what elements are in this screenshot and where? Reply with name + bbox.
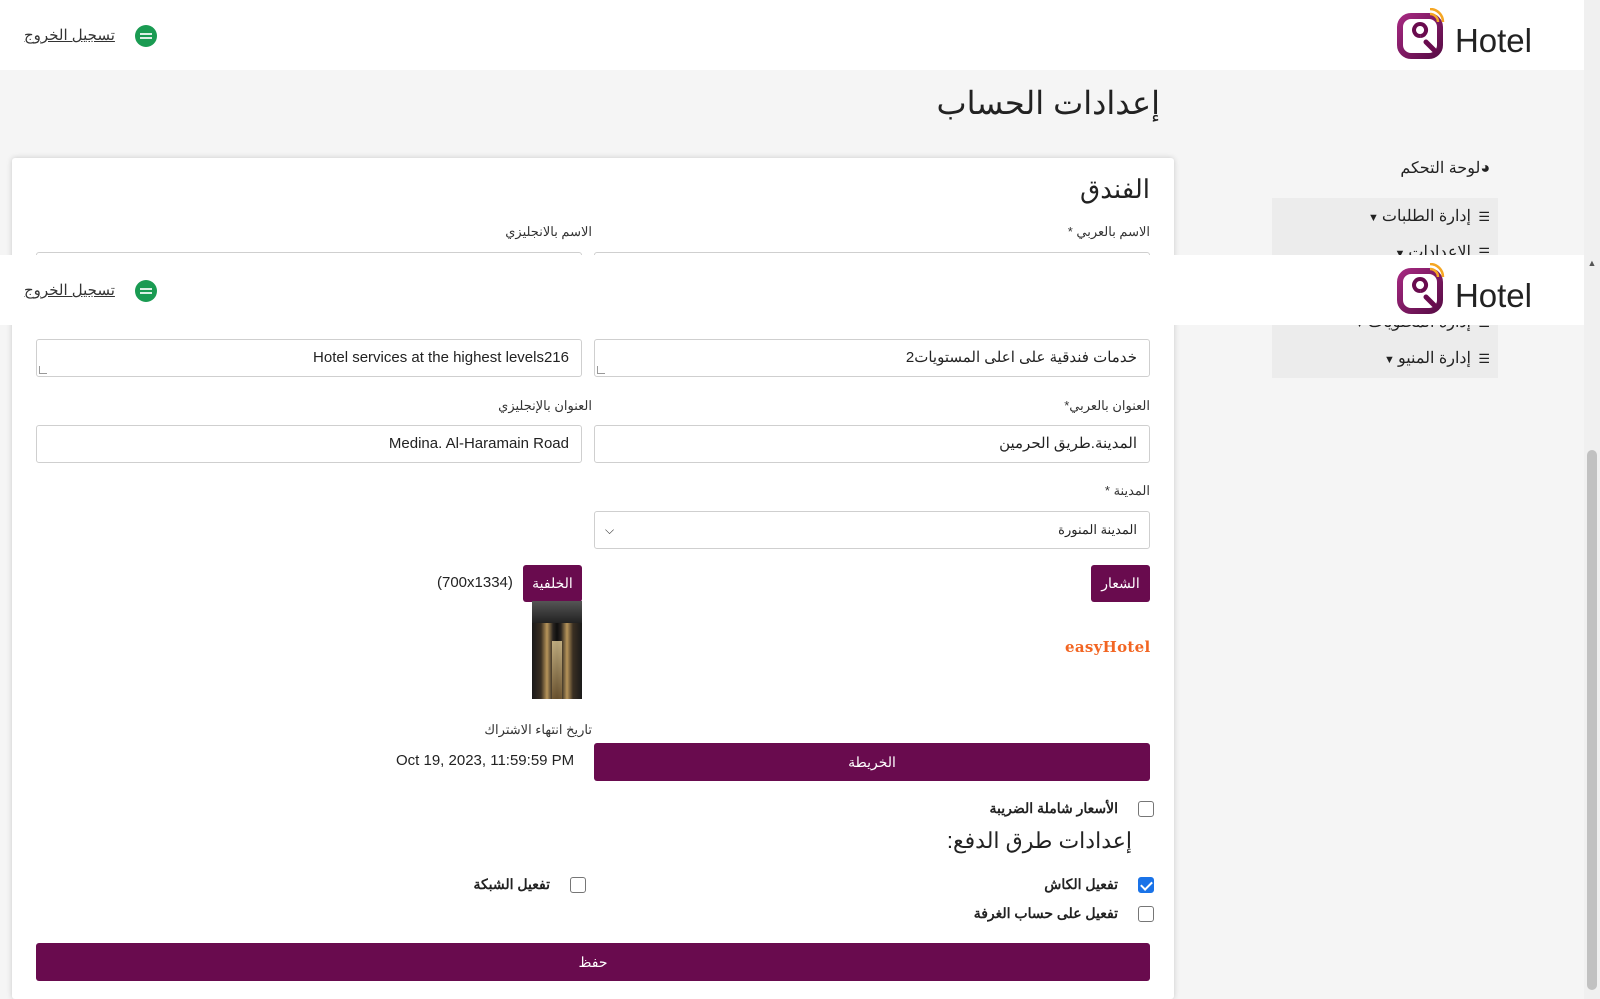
address-ar-label: العنوان بالعربي* [1064, 398, 1150, 413]
name-en-label: الاسم بالانجليزي [505, 224, 592, 239]
cash-checkbox[interactable] [1138, 877, 1154, 893]
logout-link[interactable]: تسجيل الخروج [24, 26, 115, 44]
sticky-navbar: Hotel تسجيل الخروج [0, 255, 1584, 325]
description-en-textarea[interactable]: Hotel services at the highest levels216 [36, 339, 582, 377]
caret-down-icon: ▼ [1384, 354, 1395, 366]
sidebar-item-orders[interactable]: ☰إدارة الطلبات▼ [1368, 206, 1490, 226]
cash-label: تفعيل الكاش [1044, 876, 1118, 892]
room-account-checkbox[interactable] [1138, 906, 1154, 922]
subscription-value: Oct 19, 2023, 11:59:59 PM [396, 752, 575, 769]
page-title: إعدادات الحساب [936, 85, 1160, 121]
network-checkbox[interactable] [570, 877, 586, 893]
background-image-thumbnail [532, 601, 582, 699]
background-size-text: (700x1334) [437, 574, 513, 591]
pie-chart-icon: ◕ [1480, 160, 1490, 177]
layers-icon: ☰ [1478, 209, 1490, 224]
logo-text: Hotel [1454, 277, 1532, 314]
scroll-thumb[interactable] [1587, 450, 1597, 990]
section-title: الفندق [1080, 174, 1150, 204]
tax-inclusive-checkbox[interactable] [1138, 801, 1154, 817]
address-ar-input[interactable]: المدينة.طريق الحرمين [594, 425, 1150, 463]
subscription-label: تاريخ انتهاء الاشتراك [484, 722, 592, 737]
description-ar-textarea[interactable]: خدمات فندقية على اعلى المستويات2 [594, 339, 1150, 377]
address-en-label: العنوان بالإنجليزي [498, 398, 592, 413]
background-button[interactable]: الخلفية [523, 565, 582, 602]
map-button[interactable]: الخريطة [594, 743, 1150, 781]
city-label: المدينة * [1104, 483, 1150, 498]
layers-icon: ☰ [1478, 351, 1490, 366]
top-navbar: Hotel تسجيل الخروج [0, 0, 1584, 70]
network-label: تفعيل الشبكة [473, 876, 550, 892]
save-button[interactable]: حفظ [36, 943, 1150, 981]
logo-button[interactable]: الشعار [1091, 565, 1150, 602]
caret-down-icon: ▼ [1368, 212, 1379, 224]
logout-link[interactable]: تسجيل الخروج [24, 281, 115, 299]
sidebar-item-menu[interactable]: ☰إدارة المنيو▼ [1384, 348, 1490, 368]
chevron-down-icon: ⌵ [605, 523, 615, 537]
scroll-up-arrow-icon[interactable]: ▲ [1584, 258, 1600, 272]
page-scrollbar[interactable]: ▲ [1584, 0, 1600, 999]
sidebar-item-dashboard[interactable]: ◕لوحة التحكم [1400, 158, 1490, 178]
logo-text: Hotel [1454, 22, 1532, 59]
address-en-input[interactable]: Medina. Al-Haramain Road [36, 425, 582, 463]
tax-inclusive-label: الأسعار شاملة الضريبة [989, 800, 1118, 816]
name-ar-label: الاسم بالعربي * [1067, 224, 1150, 239]
payment-section-title: إعدادات طرق الدفع: [946, 828, 1132, 853]
saudi-flag-icon[interactable] [135, 280, 157, 302]
room-account-label: تفعيل على حساب الغرفة [973, 905, 1118, 921]
hotel-brand-logo: easyHotel [1065, 638, 1151, 656]
saudi-flag-icon[interactable] [135, 25, 157, 47]
city-select[interactable]: المدينة المنورة ⌵ [594, 511, 1150, 549]
